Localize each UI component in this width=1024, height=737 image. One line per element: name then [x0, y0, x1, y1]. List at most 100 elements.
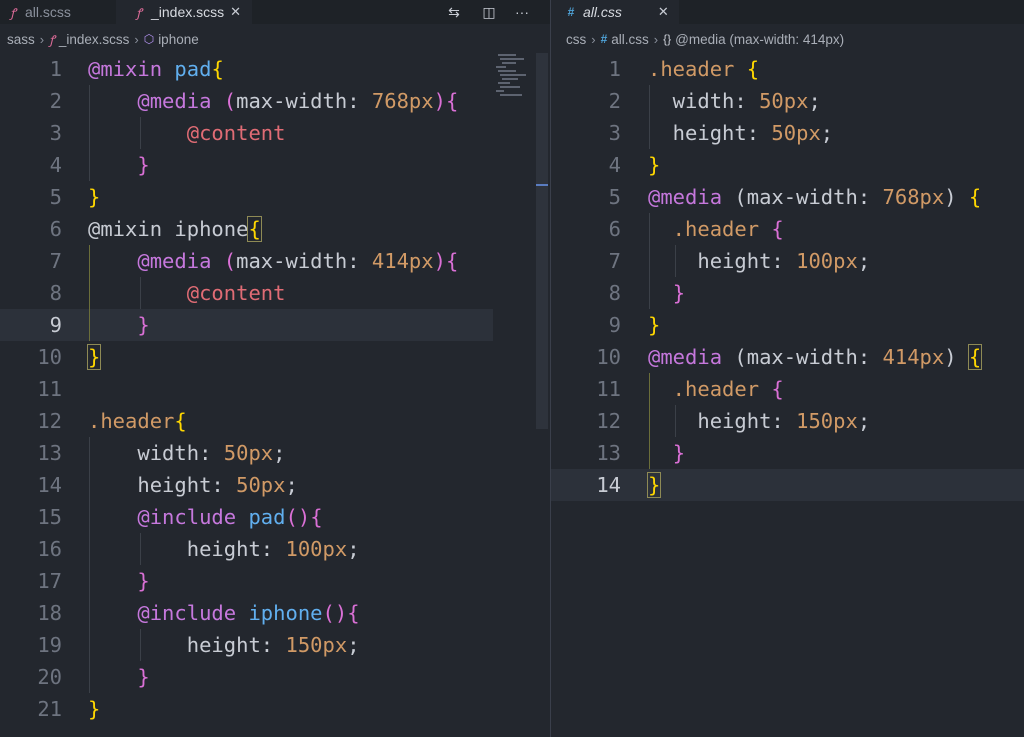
code-token: 150px	[285, 633, 348, 657]
tab-label: all.scss	[25, 4, 71, 20]
code-token: height:	[648, 249, 797, 273]
breadcrumb-symbol[interactable]: iphone	[158, 32, 199, 47]
code-line[interactable]: 4 }	[0, 149, 493, 181]
code-text: }	[88, 661, 149, 693]
code-token: ;	[347, 537, 360, 561]
code-token: {	[445, 89, 459, 113]
line-number: 12	[37, 409, 62, 433]
tab-all-css[interactable]: # all.css ✕	[551, 0, 679, 24]
code-line[interactable]: 7 @media (max-width: 414px){	[0, 245, 493, 277]
code-token: }	[88, 185, 101, 209]
code-editor[interactable]: 1 .header {2 width: 50px; 3 height: 50px; 4…	[551, 53, 1024, 737]
code-line[interactable]: 12 height: 150px;	[551, 405, 1024, 437]
code-text: }	[646, 469, 662, 501]
code-token: {	[310, 505, 323, 529]
code-line[interactable]: 9 }	[0, 309, 493, 341]
open-changes-icon[interactable]: ⇆	[444, 4, 464, 21]
code-token: 50px	[223, 441, 274, 465]
line-number: 5	[608, 185, 621, 209]
code-line[interactable]: 1 .header {	[551, 53, 1024, 85]
indent-guide	[140, 629, 141, 661]
code-token: {	[968, 185, 982, 209]
code-line[interactable]: 10}	[0, 341, 493, 373]
breadcrumb: css › # all.css › {} @media (max-width: …	[551, 28, 1024, 50]
code-line[interactable]: 3 height: 50px;	[551, 117, 1024, 149]
code-line[interactable]: 6 .header {	[551, 213, 1024, 245]
code-token: .header	[648, 57, 747, 81]
code-token: (max-width:	[734, 185, 883, 209]
indent-guide	[140, 277, 141, 309]
code-token: 414px	[371, 249, 434, 273]
split-editor-icon[interactable]: ◫	[479, 4, 499, 21]
line-number: 7	[49, 249, 62, 273]
code-line[interactable]: 21}	[0, 693, 493, 725]
code-line[interactable]: 7 height: 100px;	[551, 245, 1024, 277]
breadcrumb-file[interactable]: _index.scss	[59, 32, 130, 47]
code-line[interactable]: 2 @media (max-width: 768px){	[0, 85, 493, 117]
code-line[interactable]: 20 }	[0, 661, 493, 693]
code-line[interactable]: 5}	[0, 181, 493, 213]
code-line[interactable]: 4}	[551, 149, 1024, 181]
code-token: @include	[137, 505, 249, 529]
code-text: }	[648, 437, 685, 469]
code-text: height: 100px;	[648, 245, 870, 277]
code-text: }	[88, 565, 150, 597]
code-text: }	[86, 341, 102, 373]
breadcrumb-folder[interactable]: sass	[7, 32, 35, 47]
breadcrumb-folder[interactable]: css	[566, 32, 586, 47]
code-text: @media (max-width: 414px) {	[648, 341, 983, 373]
code-text: @mixin pad{	[88, 53, 224, 85]
indent-guide	[89, 85, 90, 181]
code-text: width: 50px;	[88, 437, 285, 469]
code-line[interactable]: 2 width: 50px;	[551, 85, 1024, 117]
code-text: @content	[88, 277, 286, 309]
code-line[interactable]: 3 @content	[0, 117, 493, 149]
code-line[interactable]: 17 }	[0, 565, 493, 597]
css-file-icon: #	[567, 5, 575, 19]
line-number: 8	[49, 281, 62, 305]
code-token: height:	[88, 537, 286, 561]
code-line[interactable]: 5 @media (max-width: 768px) {	[551, 181, 1024, 213]
code-line[interactable]: 9}	[551, 309, 1024, 341]
code-line[interactable]: 8 @content	[0, 277, 493, 309]
code-line[interactable]: 6 @mixin iphone{	[0, 213, 493, 245]
tab-all-scss[interactable]: ꝭ all.scss	[0, 0, 116, 24]
code-line[interactable]: 13 width: 50px;	[0, 437, 493, 469]
code-line[interactable]: 14}	[551, 469, 1024, 501]
code-line[interactable]: 16 height: 100px;	[0, 533, 493, 565]
more-actions-icon[interactable]: ···	[511, 4, 533, 20]
code-token: }	[86, 344, 102, 370]
line-number: 15	[37, 505, 62, 529]
code-token: @mixin	[88, 57, 175, 81]
code-editor[interactable]: 1 @mixin pad{2 @media (max-width: 768px){…	[0, 53, 550, 737]
code-line[interactable]: 13 }	[551, 437, 1024, 469]
breadcrumb-file[interactable]: all.css	[611, 32, 649, 47]
close-icon[interactable]: ✕	[230, 4, 241, 20]
code-line[interactable]: 10 @media (max-width: 414px) {	[551, 341, 1024, 373]
code-token: max-width:	[236, 89, 372, 113]
code-token: }	[137, 569, 150, 593]
code-token: )	[433, 89, 446, 113]
code-line[interactable]: 1 @mixin pad{	[0, 53, 493, 85]
code-line[interactable]: 18 @include iphone(){	[0, 597, 493, 629]
line-number: 20	[37, 665, 62, 689]
code-token: @media	[137, 249, 224, 273]
line-number: 8	[608, 281, 621, 305]
code-line[interactable]: 11 .header {	[551, 373, 1024, 405]
line-number: 9	[608, 313, 621, 337]
code-line[interactable]: 19 height: 150px;	[0, 629, 493, 661]
code-line[interactable]: 8 }	[551, 277, 1024, 309]
line-number: 14	[37, 473, 62, 497]
indent-guide	[649, 213, 650, 309]
code-line[interactable]: 12 .header{	[0, 405, 493, 437]
code-line[interactable]: 11	[0, 373, 493, 405]
tab-index-scss[interactable]: ꝭ _index.scss ✕	[116, 0, 252, 24]
close-icon[interactable]: ✕	[658, 4, 669, 20]
code-line[interactable]: 15 @include pad(){	[0, 501, 493, 533]
css-file-icon: #	[600, 32, 608, 46]
code-line[interactable]: 14 height: 50px;	[0, 469, 493, 501]
breadcrumb-symbol[interactable]: @media (max-width: 414px)	[675, 32, 844, 47]
